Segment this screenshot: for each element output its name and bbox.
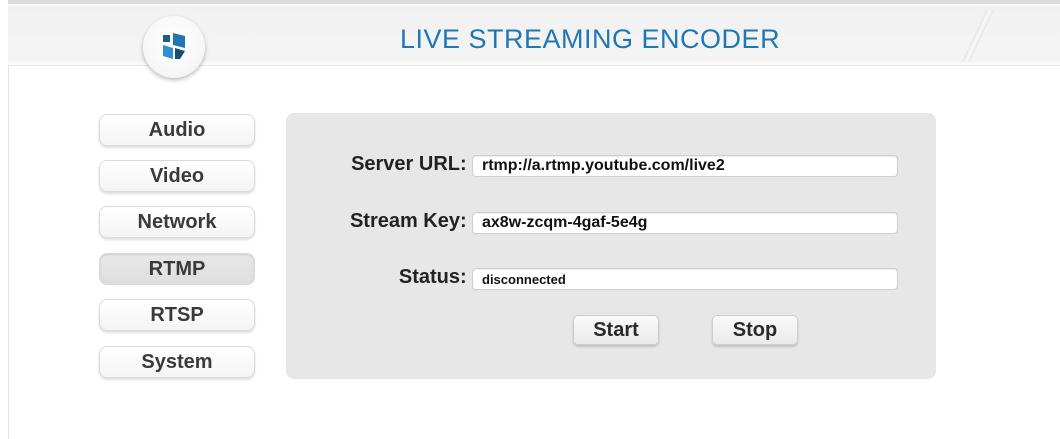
sidebar-item-network[interactable]: Network — [99, 206, 255, 238]
sidebar-item-rtmp[interactable]: RTMP — [99, 253, 255, 285]
sidebar-item-audio[interactable]: Audio — [99, 114, 255, 146]
server-url-separator: : — [460, 153, 467, 175]
stop-button[interactable]: Stop — [712, 315, 798, 345]
status-field — [472, 268, 898, 290]
rtmp-settings-panel: Server URL : Stream Key : Status : Start… — [286, 113, 936, 379]
status-label: Status — [398, 266, 460, 288]
sidebar-item-system[interactable]: System — [99, 346, 255, 378]
logo-badge — [143, 16, 205, 78]
app-title: LIVE STREAMING ENCODER — [400, 24, 781, 54]
stream-key-separator: : — [460, 210, 467, 232]
server-url-field[interactable] — [472, 155, 898, 177]
page-left-border — [8, 20, 9, 439]
stream-key-label: Stream Key — [349, 210, 460, 232]
sidebar-item-rtsp[interactable]: RTSP — [99, 299, 255, 331]
sidebar-item-video[interactable]: Video — [99, 160, 255, 192]
start-button[interactable]: Start — [573, 315, 659, 345]
stream-key-field[interactable] — [472, 212, 898, 234]
server-url-label: Server URL — [351, 153, 460, 175]
header-decoration — [948, 10, 1008, 62]
cube-logo-icon — [163, 33, 185, 59]
status-separator: : — [460, 266, 467, 288]
